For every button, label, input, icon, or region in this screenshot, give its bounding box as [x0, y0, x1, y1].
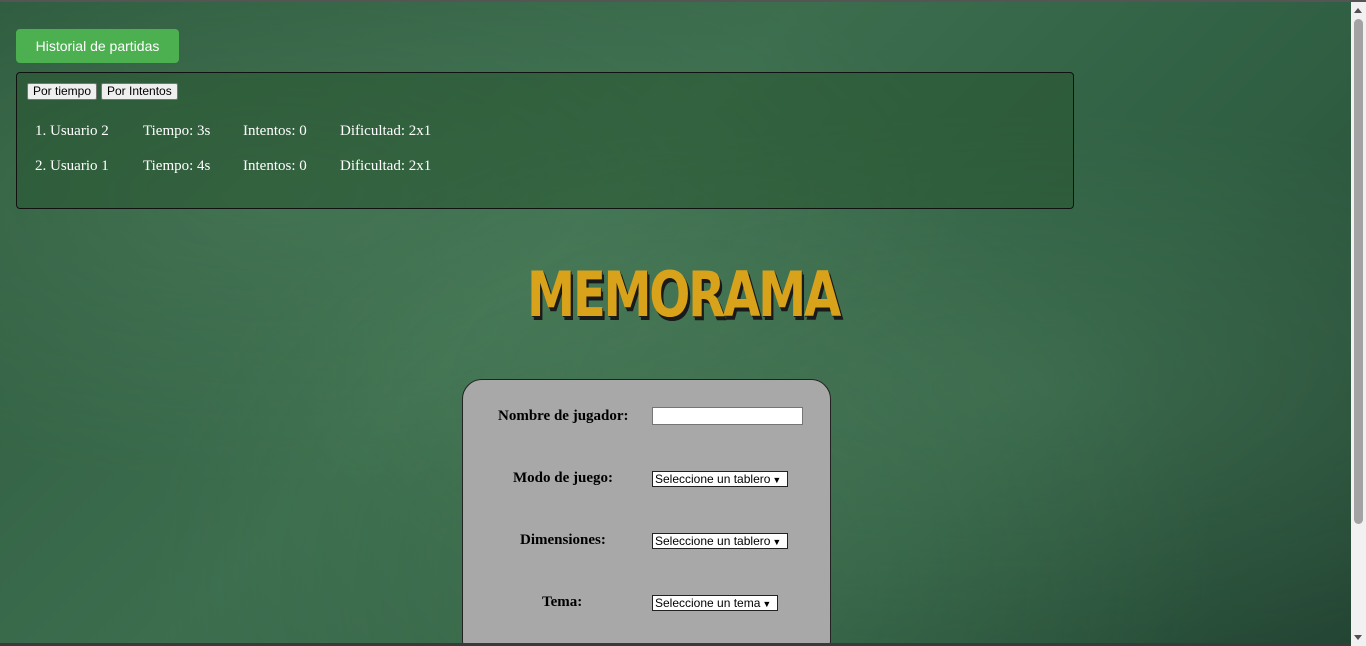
- player-name-label: Nombre de jugador:: [498, 408, 629, 424]
- top-border: [0, 0, 1366, 2]
- theme-select[interactable]: Seleccione un tema ▼: [652, 595, 778, 611]
- dimensions-select[interactable]: Seleccione un tablero ▼: [652, 533, 788, 549]
- chevron-down-icon: ▼: [762, 599, 772, 609]
- history-button[interactable]: Historial de partidas: [16, 29, 179, 63]
- chevron-down-icon: ▼: [772, 537, 782, 547]
- game-mode-select[interactable]: Seleccione un tablero ▼: [652, 471, 788, 487]
- dimensions-value: Seleccione un tablero: [655, 534, 771, 548]
- history-time: Tiempo: 3s: [143, 123, 211, 139]
- history-attempts: Intentos: 0: [243, 123, 307, 139]
- scrollbar-thumb[interactable]: [1354, 19, 1363, 524]
- game-mode-value: Seleccione un tablero: [655, 472, 771, 486]
- theme-value: Seleccione un tema: [655, 596, 761, 610]
- history-attempts: Intentos: 0: [243, 158, 307, 174]
- game-setup-form: Nombre de jugador: Modo de juego: Selecc…: [462, 379, 831, 646]
- scroll-up-icon[interactable]: [1354, 8, 1362, 13]
- game-title: MEMORAMA: [527, 258, 841, 331]
- chevron-down-icon: ▼: [772, 475, 782, 485]
- history-difficulty: Dificultad: 2x1: [340, 123, 432, 139]
- dimensions-label: Dimensiones:: [520, 532, 606, 548]
- history-panel: Por tiempo Por Intentos 1. Usuario 2 Tie…: [16, 72, 1074, 209]
- player-name-input[interactable]: [652, 407, 803, 425]
- history-time: Tiempo: 4s: [143, 158, 211, 174]
- vertical-scrollbar[interactable]: [1351, 2, 1366, 646]
- sort-by-time-button[interactable]: Por tiempo: [27, 83, 98, 100]
- scroll-down-icon[interactable]: [1354, 635, 1362, 640]
- history-rank: 2. Usuario 1: [35, 158, 109, 174]
- history-difficulty: Dificultad: 2x1: [340, 158, 432, 174]
- history-rank: 1. Usuario 2: [35, 123, 109, 139]
- game-mode-label: Modo de juego:: [513, 470, 613, 486]
- theme-label: Tema:: [542, 594, 583, 610]
- sort-by-attempts-button[interactable]: Por Intentos: [101, 83, 178, 100]
